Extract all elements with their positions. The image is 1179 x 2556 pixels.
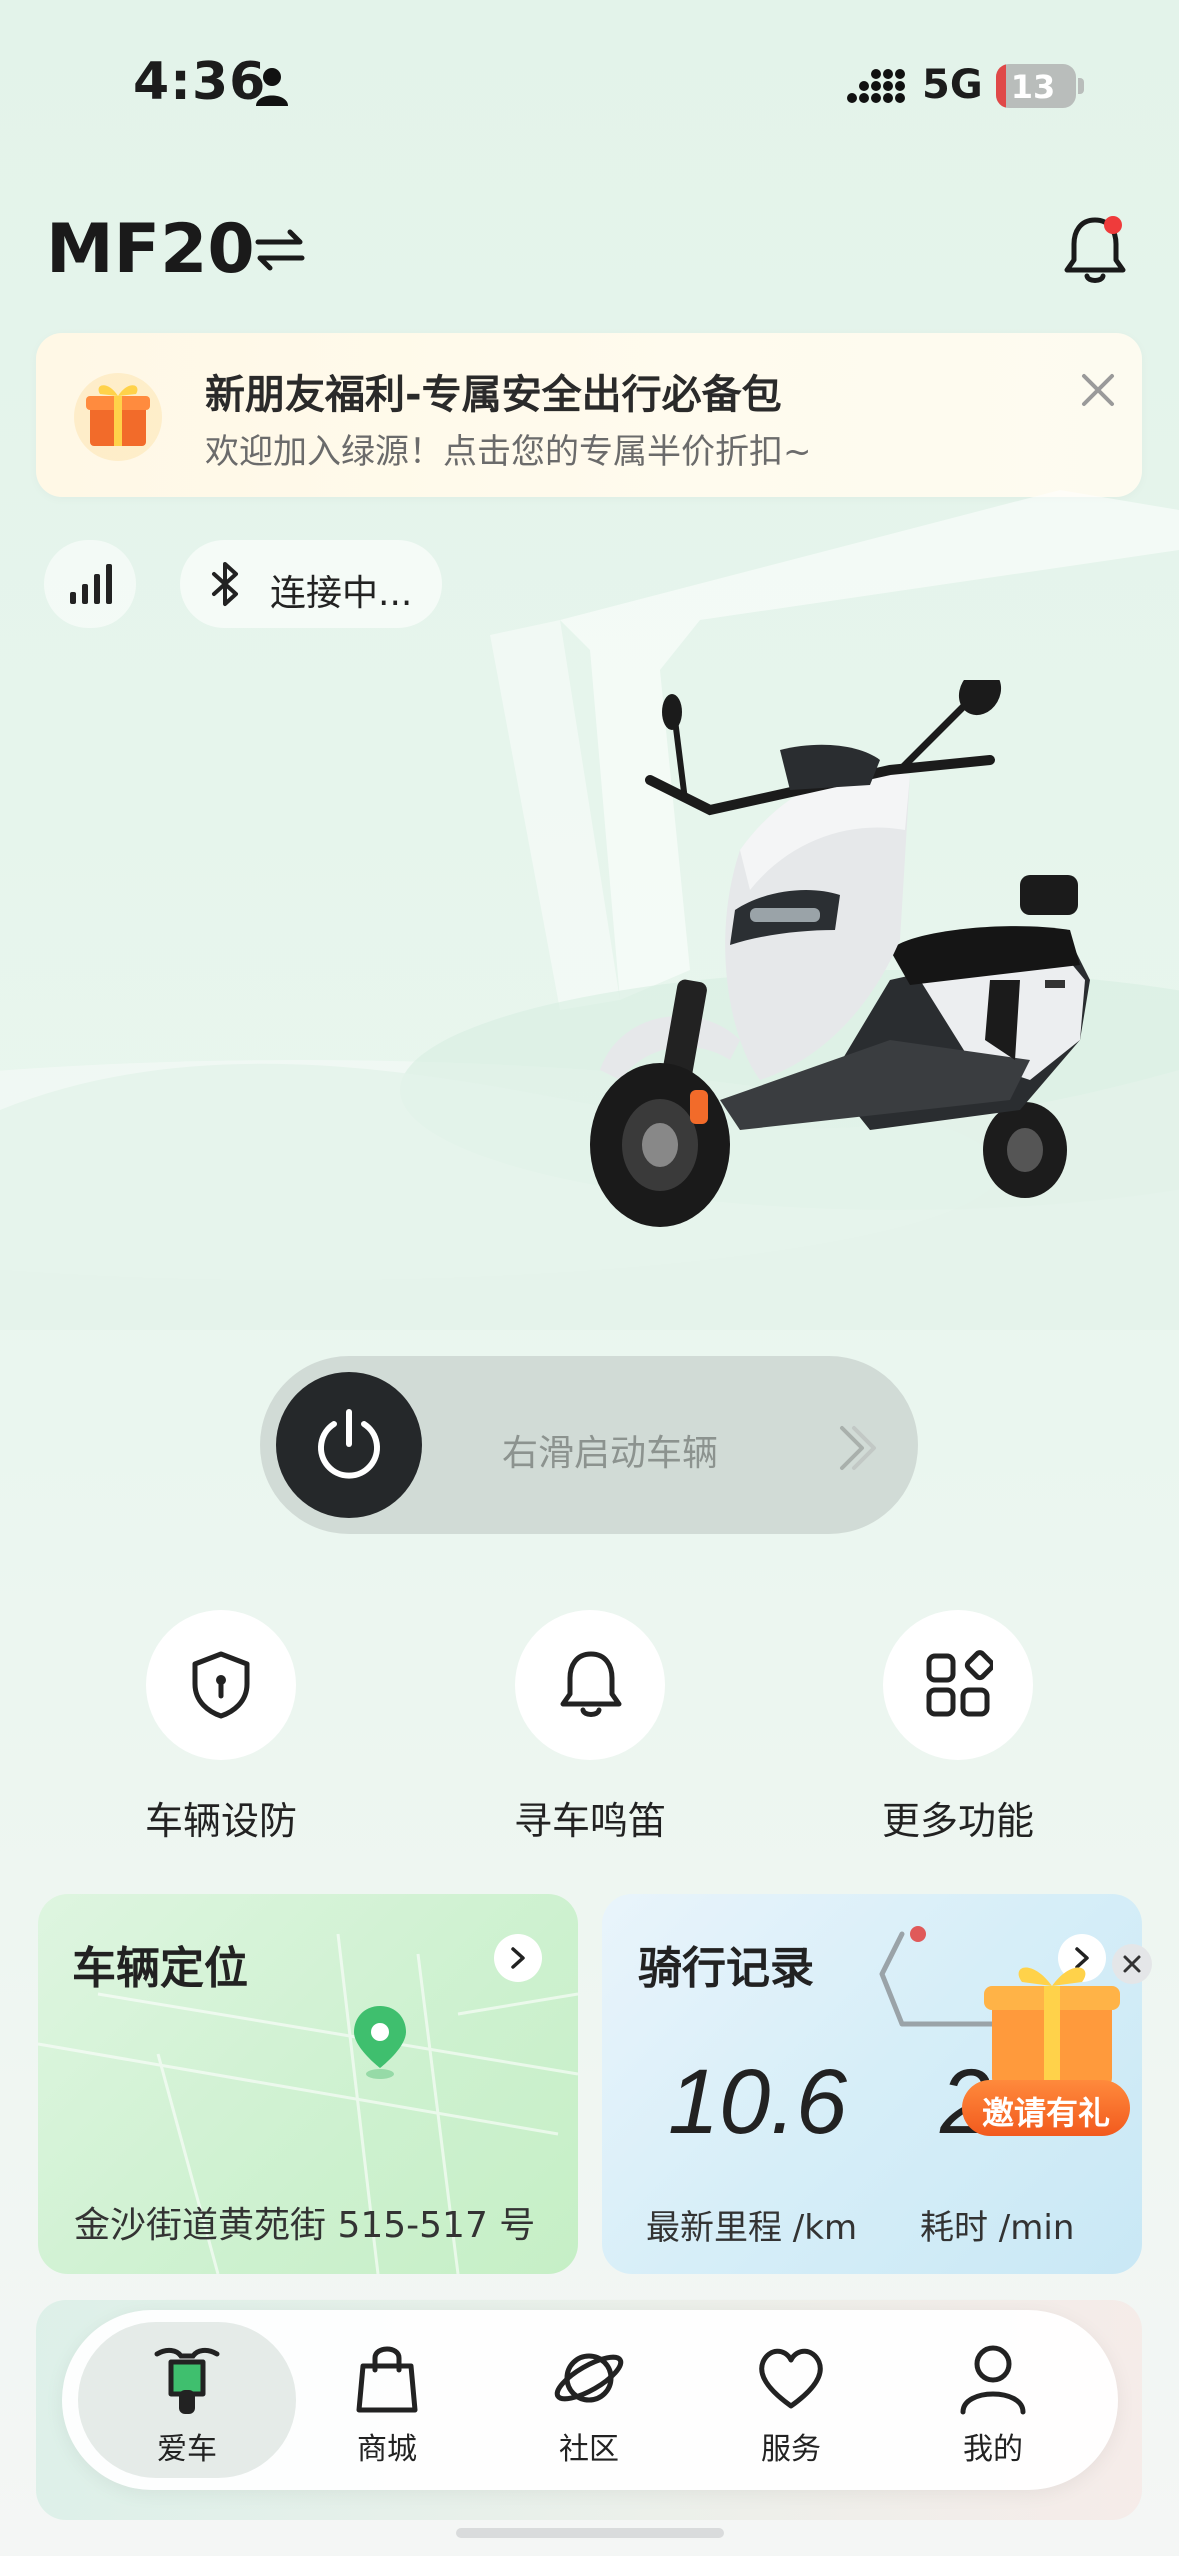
shopping-bag-icon[interactable]: [349, 2340, 425, 2416]
ride-distance-value: 10.6: [668, 2051, 848, 2153]
vehicle-address: 金沙街道黄苑街 515-517 号: [74, 2205, 536, 2246]
location-card-title: 车辆定位: [72, 1943, 248, 1994]
chevron-right-icon: [840, 1426, 876, 1470]
invite-gift-icon[interactable]: [972, 1958, 1132, 2098]
vehicle-guard-label: 车辆设防: [144, 1799, 297, 1843]
promo-subtitle: 欢迎加入绿源！点击您的专属半价折扣~: [205, 432, 812, 472]
cellular-signal-icon: [847, 69, 905, 103]
bluetooth-status-label: 连接中...: [270, 573, 413, 614]
nav-label-mine[interactable]: 我的: [918, 2424, 1068, 2468]
planet-icon[interactable]: [551, 2340, 627, 2416]
find-vehicle-horn-button[interactable]: [515, 1610, 665, 1760]
gift-box-icon: [74, 373, 162, 461]
battery-icon: 13: [996, 64, 1076, 108]
signal-chip[interactable]: [44, 540, 136, 628]
scooter-icon[interactable]: [149, 2340, 225, 2416]
nav-label-service[interactable]: 服务: [716, 2424, 866, 2468]
home-indicator: [456, 2528, 724, 2538]
location-pin-icon: [354, 2006, 406, 2079]
vehicle-name[interactable]: MF20: [46, 210, 255, 289]
shield-lock-icon: [192, 1651, 250, 1719]
heart-icon[interactable]: [753, 2340, 829, 2416]
find-vehicle-horn-label: 寻车鸣笛: [513, 1799, 666, 1843]
grid-apps-icon: [926, 1650, 993, 1717]
bell-icon: [560, 1651, 622, 1717]
location-arrow-button[interactable]: [494, 1934, 542, 1982]
battery-cap: [1078, 78, 1084, 94]
person-status-icon: [256, 68, 288, 106]
more-functions-button[interactable]: [883, 1610, 1033, 1760]
battery-percent: 13: [1010, 68, 1056, 106]
bluetooth-icon: [212, 562, 238, 606]
network-type: 5G: [922, 62, 983, 108]
slider-label: 右滑启动车辆: [502, 1433, 719, 1474]
status-time: 4:36: [133, 52, 267, 112]
ride-card-title: 骑行记录: [638, 1943, 814, 1994]
person-icon[interactable]: [955, 2340, 1031, 2416]
power-slider-handle[interactable]: [276, 1372, 422, 1518]
promo-title: 新朋友福利-专属安全出行必备包: [205, 372, 782, 418]
nav-label-car[interactable]: 爱车: [112, 2424, 262, 2468]
vehicle-guard-button[interactable]: [146, 1610, 296, 1760]
nav-label-mall[interactable]: 商城: [312, 2424, 462, 2468]
nav-label-community[interactable]: 社区: [514, 2424, 664, 2468]
close-icon: [1123, 1955, 1141, 1973]
chevron-right-icon: [511, 1947, 525, 1969]
notification-dot: [1104, 216, 1122, 234]
scooter-image: [590, 680, 1090, 1227]
power-icon: [318, 1409, 380, 1479]
close-icon[interactable]: [1074, 366, 1122, 414]
signal-strength-icon: [70, 564, 112, 604]
ride-duration-label: 耗时 /min: [920, 2208, 1075, 2248]
more-functions-label: 更多功能: [881, 1799, 1034, 1843]
invite-label: 邀请有礼: [981, 2094, 1110, 2132]
ride-distance-label: 最新里程 /km: [646, 2208, 858, 2248]
invite-close-button[interactable]: [1112, 1944, 1152, 1984]
switch-vehicle-icon[interactable]: [252, 222, 308, 278]
